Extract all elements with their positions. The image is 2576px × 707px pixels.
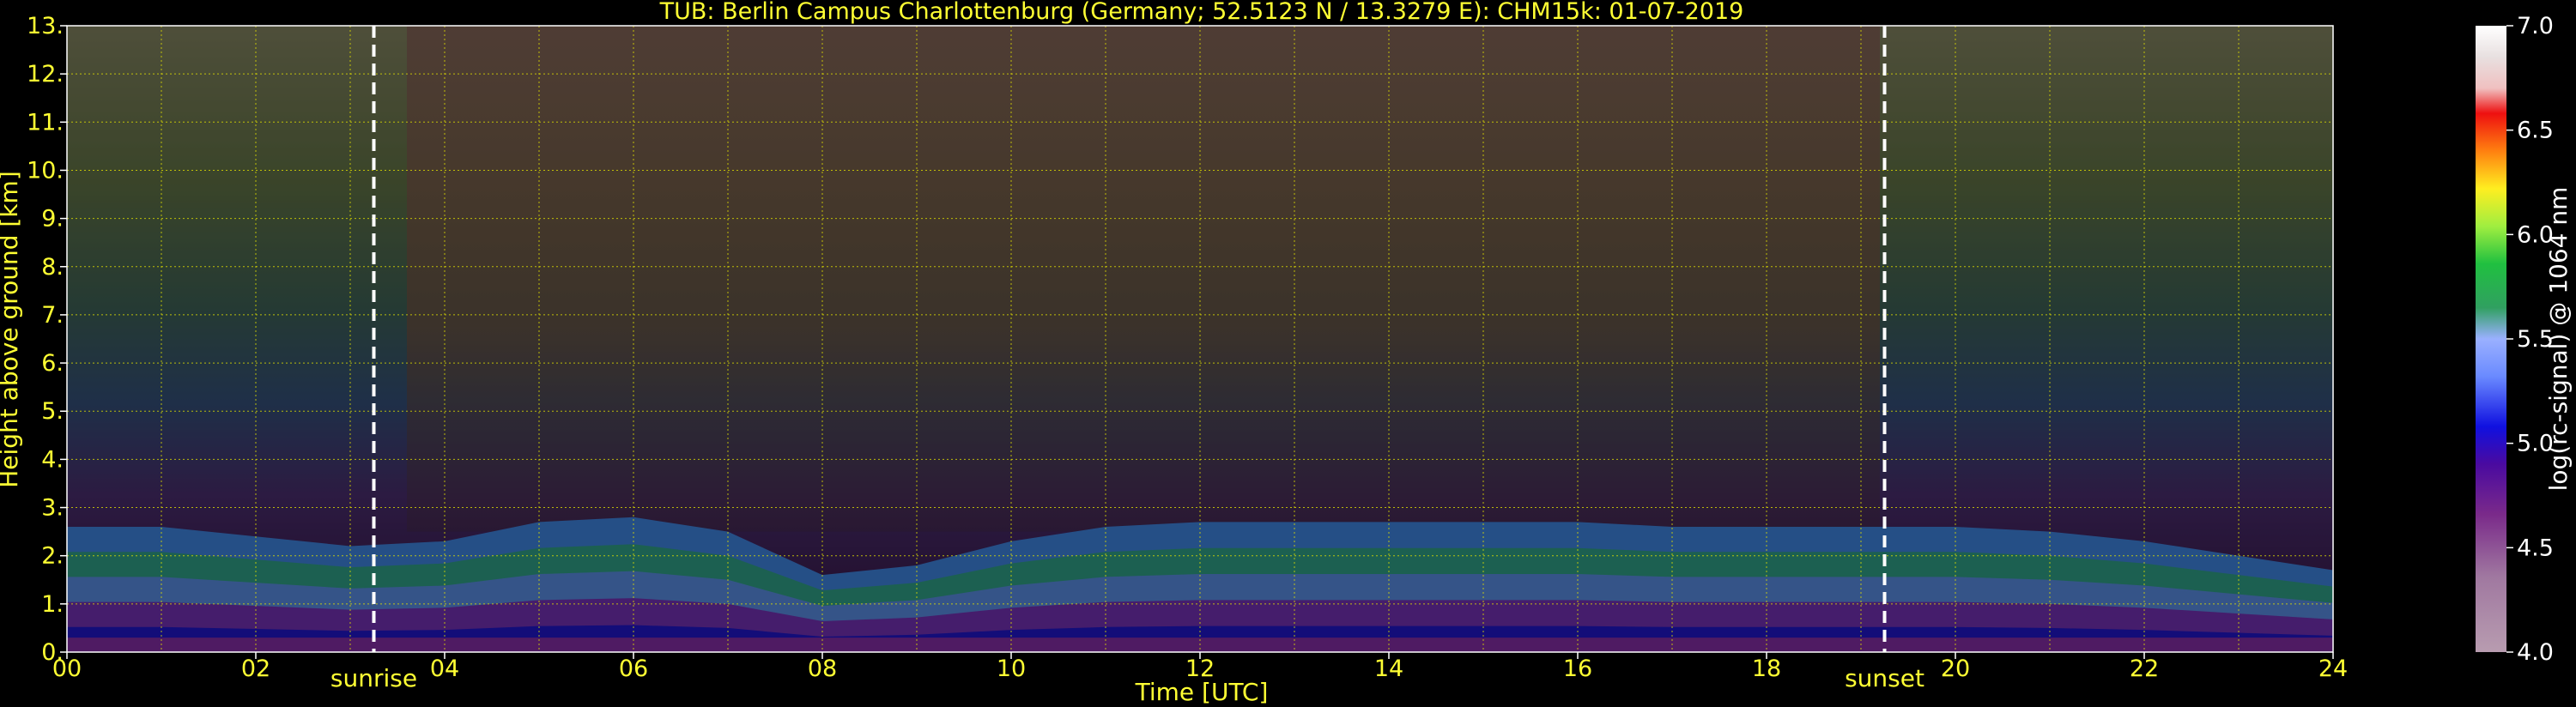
x-tick-label: 22 xyxy=(2130,656,2159,682)
x-tick-label: 24 xyxy=(2318,656,2348,682)
y-tick-label: 8. xyxy=(41,254,64,281)
y-tick-label: 4. xyxy=(41,446,64,473)
y-tick-label: 12. xyxy=(27,61,64,88)
colorbar-scale xyxy=(2476,26,2506,652)
y-tick-label: 1. xyxy=(41,591,64,618)
x-tick-label: 10 xyxy=(997,656,1026,682)
y-tick-label: 6. xyxy=(41,350,64,377)
x-tick-label: 08 xyxy=(808,656,837,682)
x-tick-label: 04 xyxy=(430,656,459,682)
plot-area xyxy=(66,25,2334,653)
y-tick-label: 10. xyxy=(27,157,64,184)
x-tick-label: 20 xyxy=(1941,656,1970,682)
marker-label-sunset: sunset xyxy=(1845,664,1924,692)
colorbar-label: log(rc-signal) @ 1064 nm xyxy=(2544,187,2573,492)
colorbar-tick-label: 6.5 xyxy=(2517,118,2554,144)
x-tick-label: 14 xyxy=(1374,656,1403,682)
y-tick-label: 2. xyxy=(41,543,64,570)
x-tick-label: 02 xyxy=(241,656,270,682)
x-tick-label: 18 xyxy=(1752,656,1781,682)
x-tick-label: 00 xyxy=(52,656,82,682)
colorbar-tick-label: 4.5 xyxy=(2517,535,2554,561)
y-tick-label: 7. xyxy=(41,302,64,329)
colorbar-tick-label: 7.0 xyxy=(2517,13,2554,39)
y-axis-label: Height above ground [km] xyxy=(0,171,23,488)
y-tick-label: 5. xyxy=(41,398,64,425)
y-tick-label: 3. xyxy=(41,495,64,522)
colorbar: 4.04.55.05.56.06.57.0 log(rc-signal) @ 1… xyxy=(2476,13,2573,666)
marker-label-sunrise: sunrise xyxy=(330,664,417,692)
y-tick-label: 9. xyxy=(41,206,64,233)
chart-title: TUB: Berlin Campus Charlottenburg (Germa… xyxy=(659,0,1744,25)
y-tick-label: 13. xyxy=(27,13,64,39)
y-tick-label: 11. xyxy=(27,109,64,136)
ceilometer-figure: TUB: Berlin Campus Charlottenburg (Germa… xyxy=(0,0,2573,706)
x-tick-label: 16 xyxy=(1563,656,1592,682)
colorbar-tick-label: 4.0 xyxy=(2517,639,2554,666)
x-axis-label: Time [UTC] xyxy=(1135,678,1269,706)
y-axis: 0.1.2.3.4.5.6.7.8.9.10.11.12.13. xyxy=(27,13,67,666)
x-tick-label: 06 xyxy=(619,656,648,682)
